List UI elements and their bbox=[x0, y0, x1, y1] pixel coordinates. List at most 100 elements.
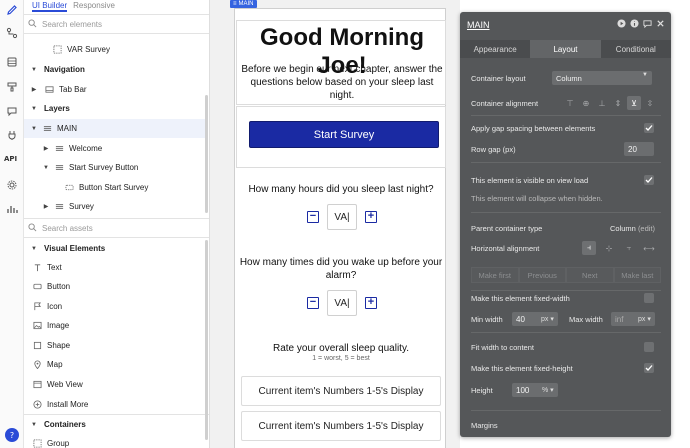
comment-icon[interactable] bbox=[643, 19, 652, 28]
start-survey-group[interactable]: Start Survey bbox=[236, 106, 446, 168]
tab-appearance[interactable]: Appearance bbox=[460, 40, 530, 58]
caret-down-icon[interactable]: ▼ bbox=[30, 246, 38, 252]
caret-right-icon[interactable]: ▶ bbox=[30, 86, 38, 93]
asset-install-more[interactable]: Install More bbox=[24, 395, 208, 414]
make-last-button[interactable]: Make last bbox=[613, 267, 661, 283]
minus-icon[interactable]: − bbox=[307, 297, 319, 309]
height-unit[interactable]: % ▾ bbox=[542, 386, 554, 394]
caret-right-icon[interactable]: ▶ bbox=[42, 145, 50, 152]
intro-text[interactable]: Before we begin our next chapter, answer… bbox=[241, 63, 443, 102]
design-canvas[interactable]: ≡ MAIN Good Morning Joe! Before we begin… bbox=[210, 0, 460, 448]
data-icon[interactable] bbox=[5, 55, 19, 69]
tree-item-main[interactable]: ▼ MAIN bbox=[24, 119, 208, 138]
container-layout-select[interactable]: Column ▼ bbox=[552, 71, 652, 85]
asset-button[interactable]: Button bbox=[24, 277, 208, 296]
next-button[interactable]: Next bbox=[566, 267, 614, 283]
tree-item-button-start-survey[interactable]: Button Start Survey bbox=[24, 178, 208, 197]
fit-width-checkbox[interactable] bbox=[644, 342, 654, 352]
workflow-icon[interactable] bbox=[5, 26, 19, 40]
start-survey-button[interactable]: Start Survey bbox=[249, 121, 439, 148]
min-width-unit[interactable]: px ▾ bbox=[541, 315, 554, 323]
info-icon[interactable] bbox=[630, 19, 639, 28]
tree-item-start-survey-button[interactable]: ▼ Start Survey Button bbox=[24, 158, 208, 177]
property-editor-header[interactable]: MAIN bbox=[460, 12, 671, 38]
repeating-cell-1[interactable]: Current item's Numbers 1-5's Display bbox=[241, 376, 441, 406]
asset-map[interactable]: Map bbox=[24, 355, 208, 374]
settings-gear-icon[interactable] bbox=[5, 178, 19, 192]
tree-section-layers[interactable]: ▼ Layers bbox=[24, 99, 208, 118]
align-hcenter-icon[interactable]: ⊹ bbox=[602, 241, 616, 255]
caret-down-icon[interactable]: ▼ bbox=[30, 126, 38, 132]
asset-image[interactable]: Image bbox=[24, 316, 208, 335]
help-circle-icon[interactable]: ? bbox=[5, 428, 19, 442]
max-width-input[interactable]: inf px ▾ bbox=[611, 312, 655, 326]
hours-stepper[interactable]: − VA| + bbox=[307, 204, 377, 230]
logs-chart-icon[interactable] bbox=[5, 202, 19, 216]
align-stretch-icon[interactable]: ⟷ bbox=[642, 241, 656, 255]
asset-web-view[interactable]: Web View bbox=[24, 375, 208, 394]
plus-icon[interactable]: + bbox=[365, 297, 377, 309]
space-around-icon[interactable]: ⇳ bbox=[643, 96, 657, 110]
stretch-icon[interactable]: ⊻ bbox=[627, 96, 641, 110]
search-elements-input[interactable]: Search elements bbox=[42, 20, 102, 29]
assets-scrollbar[interactable] bbox=[205, 240, 208, 440]
make-first-button[interactable]: Make first bbox=[471, 267, 519, 283]
caret-down-icon[interactable]: ▼ bbox=[30, 422, 38, 428]
visible-on-load-checkbox[interactable] bbox=[644, 175, 654, 185]
parent-type-edit-link[interactable]: (edit) bbox=[638, 224, 655, 233]
plugin-icon[interactable] bbox=[5, 128, 19, 142]
tab-conditional[interactable]: Conditional bbox=[601, 40, 671, 58]
styles-icon[interactable] bbox=[5, 80, 19, 94]
fixed-width-checkbox[interactable] bbox=[644, 293, 654, 303]
question-wake-ups[interactable]: How many times did you wake up before yo… bbox=[235, 256, 447, 282]
question-sleep-quality[interactable]: Rate your overall sleep quality. bbox=[235, 342, 447, 355]
tree-section-navigation[interactable]: ▼ Navigation bbox=[24, 60, 208, 79]
asset-shape[interactable]: Shape bbox=[24, 336, 208, 355]
min-width-input[interactable]: 40 px ▾ bbox=[512, 312, 558, 326]
align-top-icon[interactable]: ⊤ bbox=[563, 96, 577, 110]
search-assets-input[interactable]: Search assets bbox=[42, 224, 93, 233]
tree-item-tab-bar[interactable]: ▶ Tab Bar bbox=[24, 80, 208, 99]
search-elements-row[interactable]: Search elements bbox=[28, 16, 204, 32]
asset-group[interactable]: Group bbox=[24, 434, 208, 448]
asset-icon[interactable]: Icon bbox=[24, 297, 208, 316]
hours-input[interactable]: VA| bbox=[327, 204, 357, 230]
repeating-cell-2[interactable]: Current item's Numbers 1-5's Display bbox=[241, 411, 441, 441]
minus-icon[interactable]: − bbox=[307, 211, 319, 223]
wake-ups-input[interactable]: VA| bbox=[327, 290, 357, 316]
play-icon[interactable] bbox=[617, 19, 626, 28]
asset-text[interactable]: Text bbox=[24, 258, 208, 277]
visual-elements-section[interactable]: ▼ Visual Elements bbox=[24, 239, 208, 258]
space-between-icon[interactable]: ⇕ bbox=[611, 96, 625, 110]
tab-layout[interactable]: Layout bbox=[530, 40, 601, 58]
wake-ups-stepper[interactable]: − VA| + bbox=[307, 290, 377, 316]
caret-down-icon[interactable]: ▼ bbox=[30, 106, 38, 112]
caret-down-icon[interactable]: ▼ bbox=[30, 67, 38, 73]
fixed-height-checkbox[interactable] bbox=[644, 363, 654, 373]
app-page-preview[interactable]: Good Morning Joe! Before we begin our ne… bbox=[234, 8, 446, 448]
quality-scale-hint[interactable]: 1 = worst, 5 = best bbox=[235, 355, 447, 362]
previous-button[interactable]: Previous bbox=[518, 267, 566, 283]
height-input[interactable]: 100 % ▾ bbox=[512, 383, 558, 397]
align-right-icon[interactable]: ⫟ bbox=[622, 241, 636, 255]
close-icon[interactable] bbox=[656, 19, 665, 28]
row-gap-input[interactable]: 20 bbox=[624, 142, 654, 156]
element-name[interactable]: MAIN bbox=[467, 20, 490, 30]
tree-scrollbar[interactable] bbox=[205, 95, 208, 213]
tab-responsive[interactable]: Responsive bbox=[73, 0, 115, 12]
caret-down-icon[interactable]: ▼ bbox=[42, 165, 50, 171]
api-label[interactable]: API bbox=[4, 155, 17, 163]
pencil-icon[interactable] bbox=[5, 3, 19, 17]
apply-gap-checkbox[interactable] bbox=[644, 123, 654, 133]
tree-item-welcome[interactable]: ▶ Welcome bbox=[24, 139, 208, 158]
question-hours-slept[interactable]: How many hours did you sleep last night? bbox=[235, 183, 447, 196]
align-center-icon[interactable]: ⊕ bbox=[579, 96, 593, 110]
align-left-icon[interactable]: ⫞ bbox=[582, 241, 596, 255]
max-width-unit[interactable]: px ▾ bbox=[638, 315, 651, 323]
selected-element-chip[interactable]: ≡ MAIN bbox=[230, 0, 257, 8]
tree-item-var-survey[interactable]: VAR Survey bbox=[24, 40, 208, 59]
caret-right-icon[interactable]: ▶ bbox=[42, 203, 50, 210]
align-bottom-icon[interactable]: ⊥ bbox=[595, 96, 609, 110]
margins-row[interactable]: Margins bbox=[471, 417, 661, 433]
containers-section[interactable]: ▼ Containers bbox=[24, 415, 208, 434]
